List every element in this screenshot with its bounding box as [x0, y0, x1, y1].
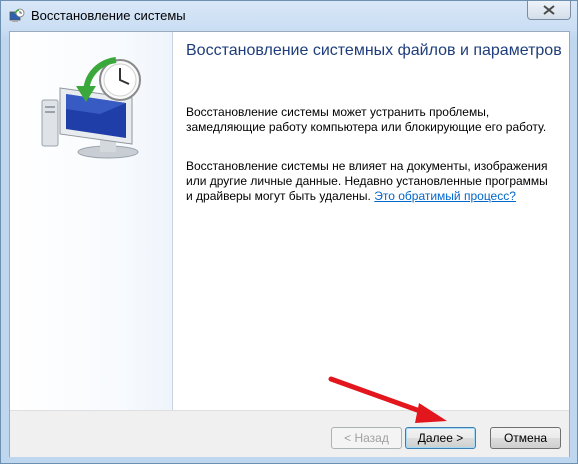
wizard-footer: < Назад Далее > Отмена [10, 410, 569, 457]
title-bar: Восстановление системы [1, 1, 577, 31]
close-button[interactable] [527, 1, 571, 20]
description-paragraph-1: Восстановление системы может устранить п… [186, 105, 547, 134]
next-button[interactable]: Далее > [405, 427, 476, 449]
pane-divider [172, 32, 173, 410]
close-icon [543, 5, 555, 15]
cancel-button[interactable]: Отмена [490, 427, 561, 449]
back-button[interactable]: < Назад [331, 427, 402, 449]
page-heading: Восстановление системных файлов и параме… [186, 42, 562, 59]
description-paragraph-2: Восстановление системы не влияет на доку… [186, 159, 556, 204]
system-restore-icon [9, 8, 25, 24]
reversible-process-link[interactable]: Это обратимый процесс? [374, 189, 516, 203]
system-restore-window: Восстановление системы Восстановление си… [0, 0, 578, 464]
left-banner-pane [10, 32, 172, 410]
wizard-client-area: Восстановление системных файлов и параме… [9, 31, 570, 457]
system-restore-illustration-icon [40, 54, 152, 169]
window-title: Восстановление системы [31, 8, 186, 23]
